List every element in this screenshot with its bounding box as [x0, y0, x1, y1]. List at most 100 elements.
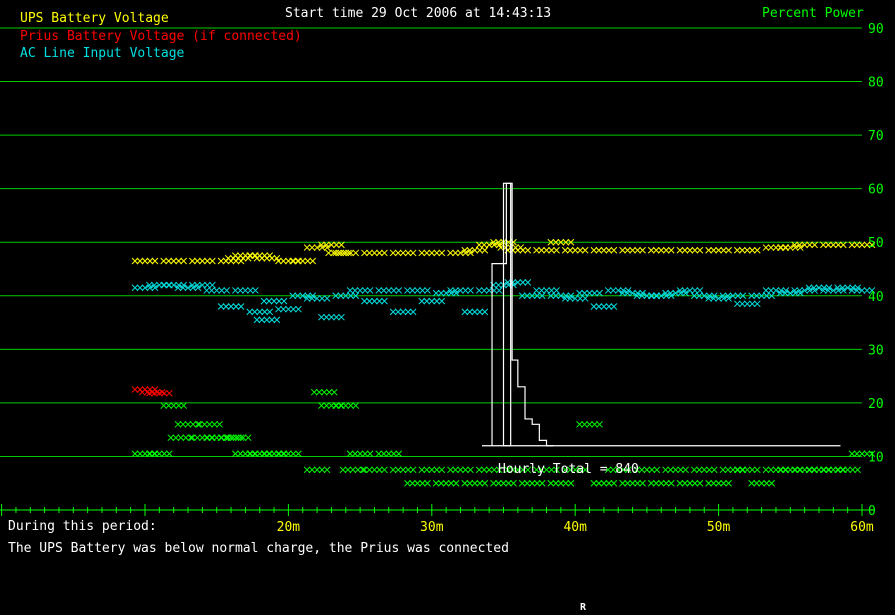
series-2-mark	[605, 303, 613, 310]
series-0-mark	[299, 257, 307, 265]
series-0-mark	[538, 246, 545, 254]
series-0-mark	[590, 246, 598, 254]
series-3-mark	[596, 420, 603, 428]
series-3-mark	[648, 466, 656, 474]
series-2-mark	[495, 287, 503, 294]
series-2-point-5	[203, 287, 231, 294]
y-tick-label-50: 50	[868, 236, 884, 251]
series-2-point-21	[418, 297, 446, 305]
series-3-mark	[342, 402, 350, 409]
series-3-mark	[201, 420, 208, 428]
series-2-mark	[203, 287, 211, 294]
series-3-mark	[180, 402, 188, 409]
series-3-mark	[313, 466, 321, 474]
series-0-mark	[399, 249, 407, 257]
series-3-mark	[246, 450, 254, 458]
series-3-mark	[533, 479, 541, 487]
series-2-mark	[366, 297, 373, 305]
series-3-mark	[748, 466, 756, 474]
series-2-mark	[356, 287, 364, 294]
series-0-mark	[333, 241, 340, 249]
series-2-mark	[237, 287, 244, 294]
y-tick-label-10: 10	[868, 450, 884, 465]
series-3-mark	[733, 466, 741, 474]
series-3-mark	[605, 479, 613, 487]
series-3-mark	[433, 466, 441, 474]
series-2-mark	[232, 287, 239, 294]
series-2-mark	[232, 303, 240, 310]
series-2-mark	[738, 300, 746, 308]
series-0-mark	[394, 249, 402, 257]
series-3-mark	[824, 466, 832, 474]
series-2-mark	[253, 316, 261, 324]
series-2-point-29	[533, 287, 560, 294]
series-3-mark	[810, 466, 818, 474]
series-2-mark	[596, 289, 603, 297]
series-3-mark	[390, 450, 398, 458]
series-3-mark	[638, 466, 646, 474]
series-0-point-2	[189, 257, 216, 265]
series-0-mark	[165, 257, 173, 265]
series-3-mark	[705, 466, 713, 474]
series-0-point-23	[533, 246, 560, 254]
series-0-mark	[733, 246, 741, 254]
series-0-mark	[404, 249, 412, 257]
y-tick-label-40: 40	[868, 290, 884, 305]
series-0-mark	[209, 257, 216, 265]
series-3-mark	[461, 479, 469, 487]
series-0-mark	[366, 249, 373, 257]
series-3-mark	[776, 466, 784, 474]
series-3-mark	[150, 450, 158, 458]
legend-item-ac-line: AC Line Input Voltage	[20, 46, 185, 61]
series-3-mark	[290, 450, 297, 458]
series-2-mark	[389, 308, 397, 316]
series-3-mark	[295, 450, 302, 458]
series-3-mark	[280, 450, 287, 458]
series-3-mark	[409, 466, 417, 474]
series-0-mark	[743, 246, 751, 254]
series-3-mark	[715, 479, 722, 487]
series-3-point-26	[447, 466, 474, 474]
series-2-mark	[376, 297, 383, 305]
series-0-mark	[131, 257, 139, 265]
series-0-mark	[304, 257, 312, 265]
series-0-mark	[194, 257, 201, 265]
series-2-point-43	[733, 300, 761, 308]
series-2-mark	[242, 287, 249, 294]
series-3-mark	[781, 466, 789, 474]
series-0-mark	[232, 252, 239, 259]
series-3-mark	[167, 434, 175, 442]
series-0-mark	[543, 246, 550, 254]
series-0-mark	[476, 246, 484, 254]
series-0-mark	[762, 244, 770, 251]
series-2-point-14	[318, 313, 345, 321]
series-3-mark	[696, 479, 704, 487]
series-0-mark	[619, 246, 626, 254]
series-3-mark	[165, 402, 173, 409]
start-time: Start time 29 Oct 2006 at 14:43:13	[285, 6, 552, 21]
series-0-point-1	[160, 257, 188, 265]
series-0-mark	[566, 246, 574, 254]
series-2-mark	[519, 279, 527, 286]
series-3-mark	[505, 479, 512, 487]
series-2-mark	[475, 287, 483, 294]
series-3-mark	[767, 466, 775, 474]
y-tick-label-80: 80	[868, 76, 884, 91]
series-3-mark	[705, 479, 712, 487]
series-3-mark	[375, 450, 383, 458]
series-2-mark	[318, 295, 326, 302]
series-0-point-28	[647, 246, 675, 254]
series-3-mark	[643, 466, 651, 474]
series-0-mark	[160, 257, 168, 265]
series-2-mark	[222, 303, 230, 310]
series-3-mark	[590, 479, 598, 487]
series-3-mark	[177, 434, 185, 442]
series-3-mark	[389, 466, 397, 474]
series-2-mark	[609, 287, 617, 294]
series-2-mark	[258, 316, 266, 324]
series-2-mark	[543, 287, 550, 294]
series-0-mark	[629, 246, 636, 254]
series-2-point-6	[217, 303, 245, 310]
series-3-mark	[217, 434, 225, 442]
series-3-point-40	[647, 479, 675, 487]
